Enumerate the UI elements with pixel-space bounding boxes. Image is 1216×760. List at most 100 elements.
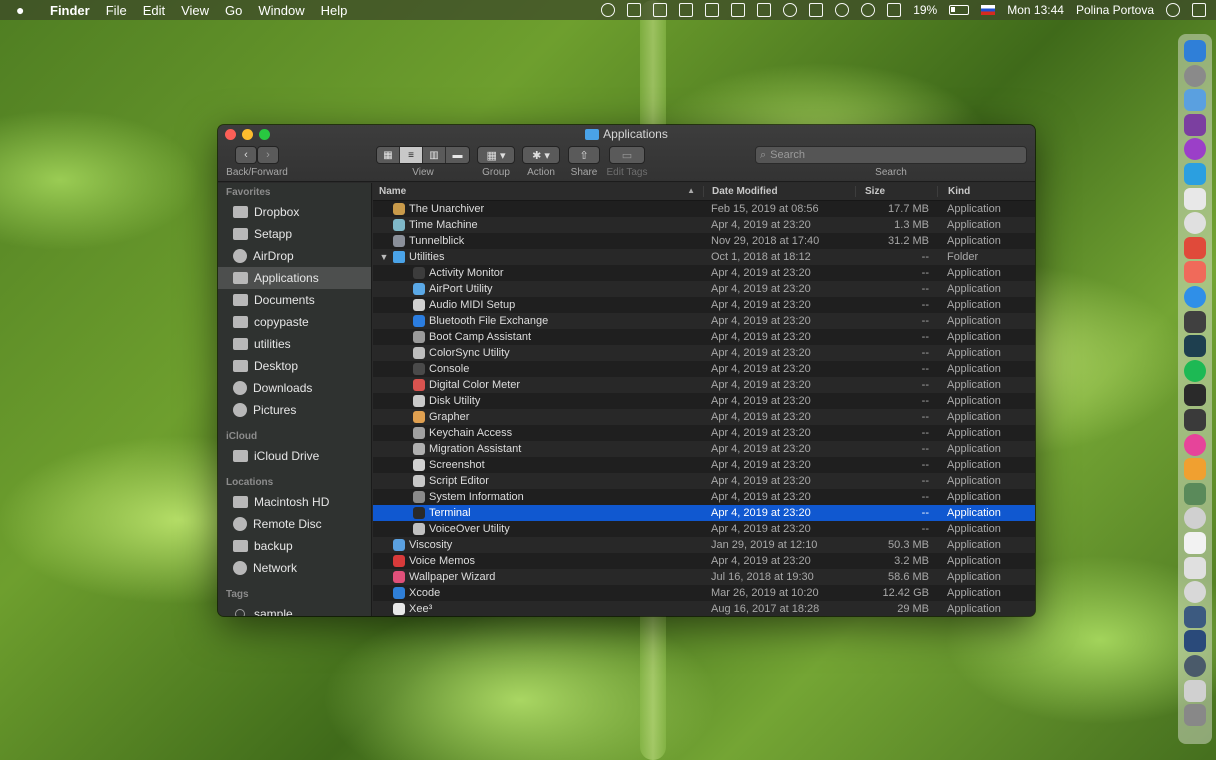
dock-app-icon[interactable] bbox=[1184, 581, 1206, 604]
dock-app-icon[interactable] bbox=[1184, 113, 1206, 136]
table-row[interactable]: System Information Apr 4, 2019 at 23:20 --… bbox=[373, 489, 1035, 505]
dock-app-icon[interactable] bbox=[1184, 532, 1206, 554]
dock-app-icon[interactable] bbox=[1184, 335, 1206, 358]
menubar-clock[interactable]: Mon 13:44 bbox=[1007, 3, 1064, 17]
table-row[interactable]: Tunnelblick Nov 29, 2018 at 17:40 31.2 MB A… bbox=[373, 233, 1035, 249]
volume-icon[interactable] bbox=[887, 3, 902, 17]
table-row[interactable]: Disk Utility Apr 4, 2019 at 23:20 -- Applic… bbox=[373, 393, 1035, 409]
dock-app-icon[interactable] bbox=[1184, 286, 1206, 308]
dock-app-icon[interactable] bbox=[1184, 458, 1206, 481]
dock-app-icon[interactable] bbox=[1184, 163, 1206, 185]
status-app-icon[interactable] bbox=[627, 3, 642, 17]
dock-app-icon[interactable] bbox=[1184, 630, 1206, 653]
sidebar-item-airdrop[interactable]: AirDrop bbox=[218, 245, 371, 267]
table-row[interactable]: Voice Memos Apr 4, 2019 at 23:20 3.2 MB App… bbox=[373, 553, 1035, 569]
dock-app-icon[interactable] bbox=[1184, 261, 1206, 284]
table-row[interactable]: Audio MIDI Setup Apr 4, 2019 at 23:20 -- Ap… bbox=[373, 297, 1035, 313]
menu-go[interactable]: Go bbox=[225, 3, 242, 18]
sidebar-item-sample[interactable]: sample bbox=[218, 603, 371, 616]
share-button[interactable]: ⇧ bbox=[568, 146, 600, 164]
wifi-icon[interactable] bbox=[861, 3, 876, 17]
sidebar-item-remote-disc[interactable]: Remote Disc bbox=[218, 513, 371, 535]
menu-view[interactable]: View bbox=[181, 3, 209, 18]
dock-app-icon[interactable] bbox=[1184, 433, 1206, 456]
disclosure-triangle-icon[interactable]: ▼ bbox=[379, 252, 389, 262]
table-row[interactable]: Time Machine Apr 4, 2019 at 23:20 1.3 MB Ap… bbox=[373, 217, 1035, 233]
dock-app-icon[interactable] bbox=[1184, 556, 1206, 579]
dock-app-icon[interactable] bbox=[1184, 409, 1206, 431]
dock-app-icon[interactable] bbox=[1184, 704, 1206, 727]
sidebar-item-applications[interactable]: Applications bbox=[218, 267, 371, 289]
table-row[interactable]: ▼ Utilities Oct 1, 2018 at 18:12 -- Folder bbox=[373, 249, 1035, 265]
table-row[interactable]: AirPort Utility Apr 4, 2019 at 23:20 -- App… bbox=[373, 281, 1035, 297]
menu-finder[interactable]: Finder bbox=[50, 3, 90, 18]
dock-app-icon[interactable] bbox=[1184, 482, 1206, 505]
dock-app-icon[interactable] bbox=[1184, 212, 1206, 235]
notification-center-icon[interactable] bbox=[1192, 3, 1206, 17]
sidebar-item-backup[interactable]: backup bbox=[218, 535, 371, 557]
sidebar-item-documents[interactable]: Documents bbox=[218, 289, 371, 311]
dock-app-icon[interactable] bbox=[1184, 89, 1206, 112]
table-row[interactable]: Viscosity Jan 29, 2019 at 12:10 50.3 MB App… bbox=[373, 537, 1035, 553]
apple-menu-icon[interactable]: ● bbox=[16, 2, 32, 18]
dock-app-icon[interactable] bbox=[1184, 507, 1206, 530]
menu-file[interactable]: File bbox=[106, 3, 127, 18]
table-row[interactable]: Xcode Mar 26, 2019 at 10:20 12.42 GB Applic… bbox=[373, 585, 1035, 601]
status-app-icon[interactable] bbox=[601, 3, 616, 17]
menu-help[interactable]: Help bbox=[321, 3, 348, 18]
sidebar-item-copypaste[interactable]: copypaste bbox=[218, 311, 371, 333]
sidebar-item-network[interactable]: Network bbox=[218, 557, 371, 579]
table-row[interactable]: VoiceOver Utility Apr 4, 2019 at 23:20 -- A… bbox=[373, 521, 1035, 537]
table-row[interactable]: Terminal Apr 4, 2019 at 23:20 -- Applicatio… bbox=[373, 505, 1035, 521]
table-row[interactable]: Activity Monitor Apr 4, 2019 at 23:20 -- Ap… bbox=[373, 265, 1035, 281]
sidebar-item-icloud-drive[interactable]: iCloud Drive bbox=[218, 445, 371, 467]
status-app-icon[interactable] bbox=[757, 3, 772, 17]
table-row[interactable]: Bluetooth File Exchange Apr 4, 2019 at 23… bbox=[373, 313, 1035, 329]
column-view-button[interactable]: ▥ bbox=[423, 147, 446, 163]
column-header-kind[interactable]: Kind bbox=[937, 186, 1035, 197]
battery-icon[interactable] bbox=[949, 5, 970, 15]
table-row[interactable]: Xee³ Aug 16, 2017 at 18:28 29 MB Applicatio… bbox=[373, 601, 1035, 616]
table-row[interactable]: Digital Color Meter Apr 4, 2019 at 23:20 -… bbox=[373, 377, 1035, 393]
menu-window[interactable]: Window bbox=[258, 3, 304, 18]
sidebar-item-dropbox[interactable]: Dropbox bbox=[218, 201, 371, 223]
action-button[interactable]: ✱ ▾ bbox=[522, 146, 560, 164]
dock-app-icon[interactable] bbox=[1184, 138, 1206, 161]
table-row[interactable]: Console Apr 4, 2019 at 23:20 -- Application bbox=[373, 361, 1035, 377]
time-machine-icon[interactable] bbox=[783, 3, 798, 17]
dock-app-icon[interactable] bbox=[1184, 40, 1206, 62]
sidebar-item-utilities[interactable]: utilities bbox=[218, 333, 371, 355]
spotlight-search-icon[interactable] bbox=[1166, 3, 1180, 17]
column-header-name[interactable]: Name ▲ bbox=[373, 186, 703, 197]
search-field[interactable]: ⌕ bbox=[755, 146, 1027, 164]
airplay-icon[interactable] bbox=[809, 3, 824, 17]
sidebar-item-macintosh-hd[interactable]: Macintosh HD bbox=[218, 491, 371, 513]
column-header-date[interactable]: Date Modified bbox=[703, 186, 855, 197]
input-source-flag-icon[interactable] bbox=[981, 5, 996, 15]
dock-app-icon[interactable] bbox=[1184, 679, 1206, 702]
dock-app-icon[interactable] bbox=[1184, 187, 1206, 210]
dock-app-icon[interactable] bbox=[1184, 64, 1206, 87]
table-row[interactable]: Grapher Apr 4, 2019 at 23:20 -- Application bbox=[373, 409, 1035, 425]
sidebar-item-desktop[interactable]: Desktop bbox=[218, 355, 371, 377]
dock-app-icon[interactable] bbox=[1184, 655, 1206, 677]
dock-app-icon[interactable] bbox=[1184, 359, 1206, 382]
sidebar-item-downloads[interactable]: Downloads bbox=[218, 377, 371, 399]
group-button[interactable]: ▦ ▾ bbox=[477, 146, 515, 164]
cloud-status-icon[interactable] bbox=[705, 3, 720, 17]
search-input[interactable] bbox=[770, 149, 1011, 161]
table-row[interactable]: ColorSync Utility Apr 4, 2019 at 23:20 -- A… bbox=[373, 345, 1035, 361]
column-header-size[interactable]: Size bbox=[855, 186, 937, 197]
menubar-user[interactable]: Polina Portova bbox=[1076, 3, 1154, 17]
table-row[interactable]: Script Editor Apr 4, 2019 at 23:20 -- Appli… bbox=[373, 473, 1035, 489]
gallery-view-button[interactable]: ▬ bbox=[446, 147, 469, 163]
list-view-button[interactable]: ≡ bbox=[400, 147, 423, 163]
dropbox-status-icon[interactable] bbox=[731, 3, 746, 17]
status-app-icon[interactable] bbox=[679, 3, 694, 17]
table-row[interactable]: Keychain Access Apr 4, 2019 at 23:20 -- App… bbox=[373, 425, 1035, 441]
menu-edit[interactable]: Edit bbox=[143, 3, 165, 18]
bluetooth-icon[interactable] bbox=[835, 3, 850, 17]
sidebar-item-pictures[interactable]: Pictures bbox=[218, 399, 371, 421]
table-row[interactable]: Boot Camp Assistant Apr 4, 2019 at 23:20 -… bbox=[373, 329, 1035, 345]
forward-button[interactable]: › bbox=[257, 146, 279, 164]
